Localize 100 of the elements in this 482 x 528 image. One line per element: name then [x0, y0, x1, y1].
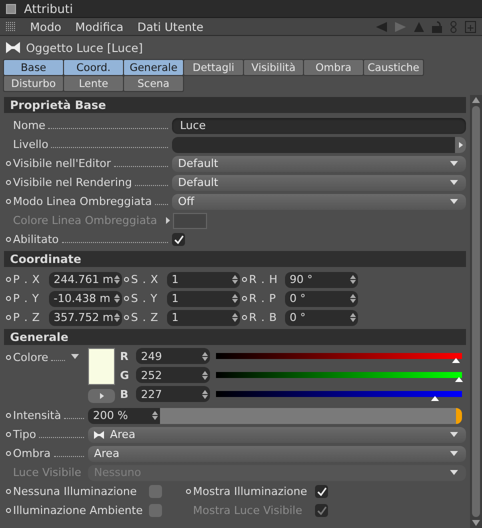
keyframe-dot[interactable]: [6, 451, 11, 456]
tab[interactable]: Caustiche: [363, 59, 424, 76]
keyframe-dot[interactable]: [6, 355, 11, 360]
slider-thumb[interactable]: [455, 377, 464, 382]
keyframe-dot[interactable]: [6, 432, 11, 437]
menu-item[interactable]: Dati Utente: [137, 20, 204, 34]
number-field[interactable]: 227: [136, 386, 210, 402]
scrollbar[interactable]: [470, 95, 482, 528]
spinner-icon[interactable]: [350, 294, 356, 303]
spinner-icon[interactable]: [152, 411, 158, 420]
dropdown[interactable]: Off: [172, 194, 466, 210]
caret-icon: [450, 432, 458, 437]
number-field[interactable]: 200 %: [88, 408, 160, 424]
spinner-icon[interactable]: [114, 275, 120, 284]
keyframe-dot[interactable]: [124, 277, 129, 282]
tab[interactable]: Base: [3, 59, 64, 76]
number-field[interactable]: -10.438 m: [48, 290, 122, 306]
field-label: Nome: [13, 119, 46, 132]
dropdown[interactable]: Area: [88, 446, 466, 462]
layer-field[interactable]: [172, 136, 466, 152]
keyframe-dot[interactable]: [6, 237, 11, 242]
number-field[interactable]: 0 °: [284, 310, 358, 326]
keyframe-dot[interactable]: [6, 315, 11, 320]
dropdown[interactable]: Area: [88, 426, 466, 442]
checkbox[interactable]: [315, 485, 328, 498]
spinner-icon[interactable]: [202, 352, 208, 360]
keyframe-dot[interactable]: [186, 489, 191, 494]
slider-thumb[interactable]: [452, 358, 460, 363]
dropdown[interactable]: Default: [172, 174, 466, 190]
keyframe-dot[interactable]: [242, 277, 247, 282]
checkbox[interactable]: [172, 233, 185, 246]
keyframe-dot[interactable]: [6, 296, 11, 301]
channel-label: G: [120, 368, 130, 382]
keyframe-dot[interactable]: [6, 413, 11, 418]
section-header: Proprietà Base: [4, 97, 466, 113]
field-label: P . X: [13, 273, 42, 286]
slider-thumb[interactable]: [430, 396, 439, 401]
keyframe-dot[interactable]: [6, 508, 11, 513]
number-field[interactable]: 1: [166, 290, 240, 306]
spinner-icon[interactable]: [350, 313, 356, 322]
spinner-icon[interactable]: [114, 313, 120, 322]
grip-icon[interactable]: [6, 22, 16, 32]
number-field[interactable]: 357.752 m: [48, 310, 122, 326]
window-icon[interactable]: [6, 4, 16, 14]
caret-icon: [450, 161, 458, 166]
number-field[interactable]: 1: [166, 310, 240, 326]
caret-icon: [450, 180, 458, 185]
expand-button[interactable]: [88, 389, 115, 403]
spinner-icon[interactable]: [202, 390, 208, 398]
keyframe-dot[interactable]: [6, 277, 11, 282]
keyframe-dot[interactable]: [6, 161, 11, 166]
menu-item[interactable]: Modo: [30, 20, 62, 34]
field-label: Mostra Illuminazione: [193, 485, 308, 498]
field-label: R . P: [249, 292, 278, 305]
light-icon: [94, 430, 104, 438]
number-field[interactable]: 0 °: [284, 290, 358, 306]
keyframe-dot[interactable]: [124, 315, 129, 320]
checkbox[interactable]: [149, 485, 162, 498]
checkbox[interactable]: [149, 504, 162, 517]
keyframe-dot[interactable]: [242, 296, 247, 301]
number-field[interactable]: 244.761 m: [48, 272, 122, 288]
spinner-icon[interactable]: [232, 294, 238, 303]
field-label: R . H: [249, 273, 279, 286]
dropdown[interactable]: Default: [172, 156, 466, 172]
scroll-up-icon[interactable]: [472, 97, 480, 103]
number-field[interactable]: 249: [136, 348, 210, 364]
field-label: Intensità: [13, 409, 62, 422]
keyframe-dot[interactable]: [6, 489, 11, 494]
intensity-slider[interactable]: [160, 408, 462, 424]
tab[interactable]: Ombra: [303, 59, 364, 76]
tab[interactable]: Dettagli: [183, 59, 244, 76]
tab[interactable]: Generale: [123, 59, 184, 76]
slider-handle[interactable]: [456, 408, 462, 424]
spinner-icon[interactable]: [232, 275, 238, 284]
keyframe-dot[interactable]: [124, 296, 129, 301]
spinner-icon[interactable]: [202, 370, 208, 380]
scroll-down-icon[interactable]: [472, 520, 480, 526]
section-header: Generale: [4, 329, 466, 345]
tab[interactable]: Lente: [63, 75, 124, 92]
keyframe-dot[interactable]: [6, 180, 11, 185]
spinner-icon[interactable]: [114, 294, 120, 303]
arrow-icon[interactable]: [458, 142, 462, 148]
tab[interactable]: Visibilità: [243, 59, 304, 76]
name-field[interactable]: Luce: [172, 118, 466, 134]
tab[interactable]: Scena: [123, 75, 184, 92]
number-field[interactable]: 252: [136, 367, 210, 383]
section-header: Coordinate: [4, 251, 466, 267]
tab[interactable]: Disturbo: [3, 75, 64, 92]
number-field[interactable]: 1: [166, 272, 240, 288]
window-title: Attributi: [24, 2, 73, 16]
field-label: Visibile nell'Editor: [13, 157, 111, 170]
keyframe-dot[interactable]: [242, 315, 247, 320]
keyframe-dot[interactable]: [6, 199, 11, 204]
spinner-icon[interactable]: [350, 275, 356, 284]
caret-icon[interactable]: [71, 354, 80, 359]
color-swatch[interactable]: [88, 348, 115, 385]
number-field[interactable]: 90 °: [284, 272, 358, 288]
spinner-icon[interactable]: [232, 313, 238, 322]
menu-item[interactable]: Modifica: [75, 20, 124, 34]
tab[interactable]: Coord.: [63, 59, 124, 76]
